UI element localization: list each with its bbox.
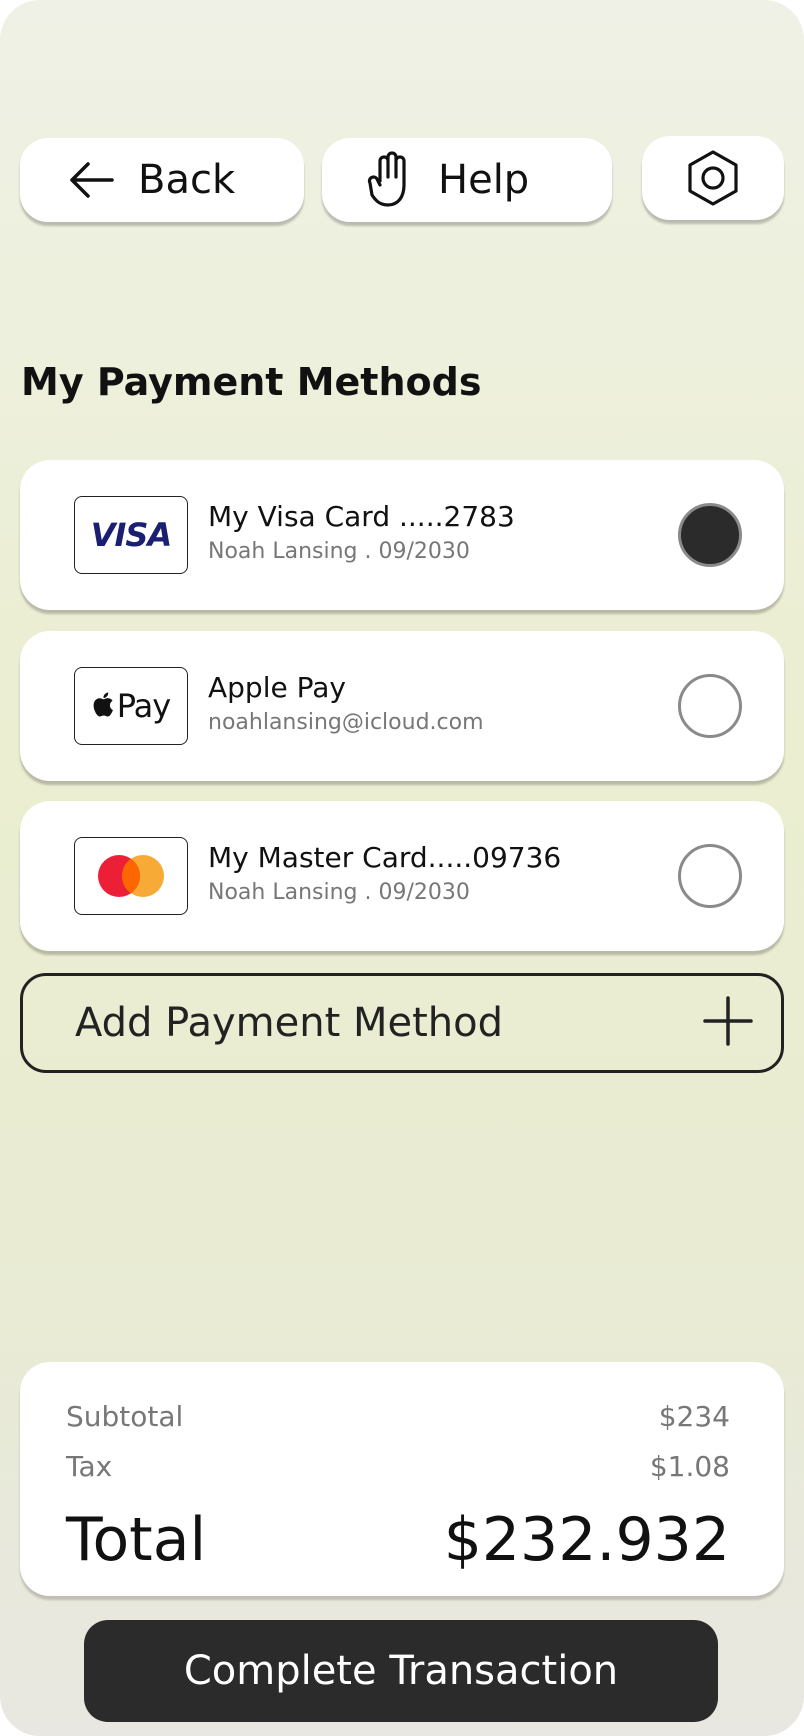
tax-row: Tax $1.08 xyxy=(66,1442,730,1492)
back-label: Back xyxy=(138,157,236,203)
radio-selected[interactable] xyxy=(678,503,742,567)
hand-icon xyxy=(366,151,414,209)
total-row: Total $232.932 xyxy=(66,1500,730,1580)
section-title: My Payment Methods xyxy=(21,360,482,404)
method-name: My Master Card.....09736 xyxy=(208,841,562,874)
add-payment-method-label: Add Payment Method xyxy=(75,1000,504,1046)
method-text: Apple Pay noahlansing@icloud.com xyxy=(208,671,484,739)
complete-transaction-button[interactable]: Complete Transaction xyxy=(84,1620,718,1722)
method-name: Apple Pay xyxy=(208,671,346,704)
back-button[interactable]: Back xyxy=(20,138,304,222)
mastercard-logo xyxy=(74,837,188,915)
method-detail: Noah Lansing . 09/2030 xyxy=(208,539,470,564)
method-name: My Visa Card .....2783 xyxy=(208,500,515,533)
help-label: Help xyxy=(438,157,530,203)
help-button[interactable]: Help xyxy=(322,138,612,222)
apple-pay-logo: Pay xyxy=(74,667,188,745)
settings-button[interactable] xyxy=(642,136,784,220)
method-detail: Noah Lansing . 09/2030 xyxy=(208,880,470,905)
tax-label: Tax xyxy=(66,1450,113,1483)
subtotal-label: Subtotal xyxy=(66,1400,184,1433)
visa-logo: VISA xyxy=(74,496,188,574)
tax-value: $1.08 xyxy=(649,1450,730,1483)
subtotal-row: Subtotal $234 xyxy=(66,1392,730,1442)
plus-icon xyxy=(703,996,753,1050)
method-text: My Master Card.....09736 Noah Lansing . … xyxy=(208,841,561,909)
apple-icon xyxy=(92,691,114,722)
payment-method-mastercard[interactable]: My Master Card.....09736 Noah Lansing . … xyxy=(20,801,784,951)
arrow-left-icon xyxy=(68,160,114,200)
hexagon-settings-icon xyxy=(685,149,741,207)
method-detail: noahlansing@icloud.com xyxy=(208,710,484,735)
method-text: My Visa Card .....2783 Noah Lansing . 09… xyxy=(208,500,515,568)
total-label: Total xyxy=(66,1505,207,1575)
payment-method-visa[interactable]: VISA My Visa Card .....2783 Noah Lansing… xyxy=(20,460,784,610)
payment-method-apple-pay[interactable]: Pay Apple Pay noahlansing@icloud.com xyxy=(20,631,784,781)
payment-screen: Back Help My Payment Methods VISA My Vis… xyxy=(0,0,804,1736)
radio-unselected[interactable] xyxy=(678,674,742,738)
add-payment-method-button[interactable]: Add Payment Method xyxy=(20,973,784,1073)
total-value: $232.932 xyxy=(443,1505,730,1575)
order-summary: Subtotal $234 Tax $1.08 Total $232.932 xyxy=(20,1362,784,1596)
subtotal-value: $234 xyxy=(658,1400,730,1433)
radio-unselected[interactable] xyxy=(678,844,742,908)
